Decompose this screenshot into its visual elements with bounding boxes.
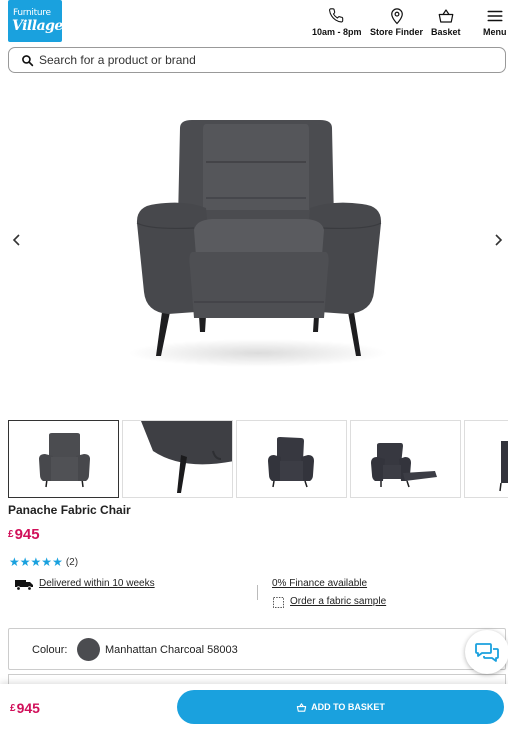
star-icon: ★ xyxy=(9,555,20,569)
product-image-carousel xyxy=(0,80,508,410)
finance-link[interactable]: 0% Finance available xyxy=(272,578,367,589)
live-chat-button[interactable] xyxy=(465,630,508,674)
thumbnail-front-view[interactable] xyxy=(8,420,119,498)
sticky-purchase-bar: £945 ADD TO BASKET xyxy=(0,684,508,736)
colour-selector[interactable]: Colour: Manhattan Charcoal 58003 xyxy=(8,628,506,670)
colour-swatch xyxy=(77,638,100,661)
basket-link[interactable]: Basket xyxy=(431,7,461,37)
delivery-truck-icon xyxy=(15,580,33,591)
next-option-box xyxy=(8,674,506,684)
product-title: Panache Fabric Chair xyxy=(8,503,131,517)
site-header: Furniture Village 10am - 8pm Store Finde… xyxy=(0,0,508,44)
thumbnail-leg-detail[interactable] xyxy=(122,420,233,498)
thumbnail-reclined-view[interactable] xyxy=(350,420,461,498)
logo-text-line1: Furniture xyxy=(13,8,51,18)
logo-text-line2: Village xyxy=(12,18,63,34)
star-icon: ★ xyxy=(30,555,42,569)
location-pin-icon xyxy=(390,8,403,25)
menu-label: Menu xyxy=(483,27,507,37)
brand-logo[interactable]: Furniture Village xyxy=(8,0,63,42)
search-bar[interactable] xyxy=(8,47,506,73)
product-rating[interactable]: ★ ★ ★ ★ ★ (2) xyxy=(9,556,78,568)
star-icon: ★ xyxy=(41,555,53,569)
menu-button[interactable]: Menu xyxy=(483,7,507,37)
sticky-price-currency: £ xyxy=(10,703,16,714)
product-main-image[interactable] xyxy=(0,80,508,410)
product-price: £945 xyxy=(8,526,40,543)
previous-image-arrow-icon[interactable] xyxy=(9,232,25,248)
hamburger-menu-icon xyxy=(487,10,503,22)
basket-icon xyxy=(296,702,307,712)
phone-icon xyxy=(328,8,343,23)
opening-hours-label: 10am - 8pm xyxy=(312,27,362,37)
add-to-basket-label: ADD TO BASKET xyxy=(311,702,385,712)
fabric-sample-link[interactable]: Order a fabric sample xyxy=(290,596,386,607)
basket-icon xyxy=(438,9,454,23)
colour-label: Colour: xyxy=(32,644,68,656)
price-currency: £ xyxy=(8,529,14,540)
store-finder-label: Store Finder xyxy=(370,27,424,37)
review-count: (2) xyxy=(65,556,79,568)
opening-hours-link[interactable]: 10am - 8pm xyxy=(312,7,362,37)
price-amount: 945 xyxy=(14,526,40,543)
search-icon xyxy=(22,55,34,67)
colour-value: Manhattan Charcoal 58003 xyxy=(105,644,238,656)
sticky-price-amount: 945 xyxy=(16,700,40,716)
search-input[interactable] xyxy=(39,51,489,69)
feature-divider xyxy=(257,585,258,600)
next-image-arrow-icon[interactable] xyxy=(490,232,506,248)
star-icon: ★ xyxy=(19,555,31,569)
sticky-price: £945 xyxy=(10,700,40,716)
delivery-link[interactable]: Delivered within 10 weeks xyxy=(39,578,155,589)
store-finder-link[interactable]: Store Finder xyxy=(370,7,423,37)
thumbnail-side-view[interactable] xyxy=(464,420,508,498)
add-to-basket-button[interactable]: ADD TO BASKET xyxy=(177,690,504,724)
thumbnail-angled-view[interactable] xyxy=(236,420,347,498)
basket-label: Basket xyxy=(431,27,461,37)
thumbnail-strip xyxy=(8,420,508,498)
fabric-sample-icon xyxy=(273,597,284,608)
star-icon: ★ xyxy=(52,555,63,569)
chat-bubble-icon xyxy=(475,643,499,662)
